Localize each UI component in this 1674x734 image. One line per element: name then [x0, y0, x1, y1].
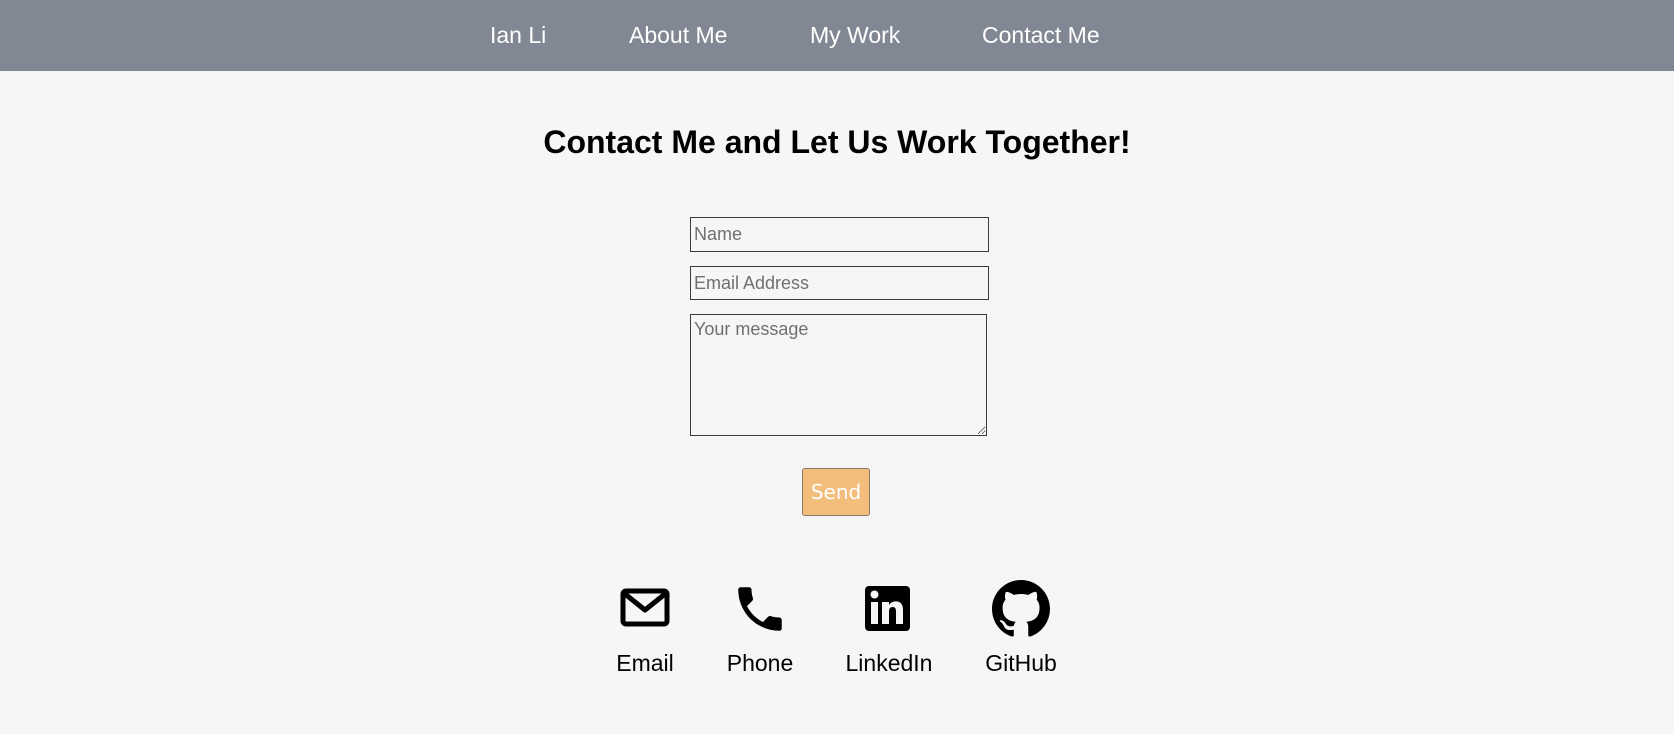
nav-link-about-me[interactable]: About Me: [629, 20, 727, 50]
contact-phone-label: Phone: [726, 650, 794, 676]
contact-email-label: Email: [616, 650, 674, 676]
top-navbar: Ian Li About Me My Work Contact Me: [0, 0, 1674, 71]
contact-github-link[interactable]: GitHub: [966, 580, 1076, 678]
envelope-icon: [616, 580, 674, 638]
nav-link-contact-me[interactable]: Contact Me: [982, 20, 1100, 50]
name-field[interactable]: [690, 217, 989, 252]
contact-github-label: GitHub: [985, 650, 1057, 676]
page-title: Contact Me and Let Us Work Together!: [543, 124, 1131, 160]
contact-phone-link[interactable]: Phone: [705, 580, 815, 678]
nav-brand-link[interactable]: Ian Li: [490, 20, 546, 50]
phone-icon: [731, 580, 789, 638]
linkedin-icon: [860, 580, 918, 638]
contact-linkedin-label: LinkedIn: [845, 650, 933, 676]
nav-link-my-work[interactable]: My Work: [810, 20, 900, 50]
contact-linkedin-link[interactable]: LinkedIn: [834, 580, 944, 678]
github-icon: [992, 580, 1050, 638]
send-button[interactable]: Send: [802, 468, 870, 516]
contact-email-link[interactable]: Email: [590, 580, 700, 678]
email-field[interactable]: [690, 266, 989, 300]
message-textarea[interactable]: [690, 314, 987, 436]
